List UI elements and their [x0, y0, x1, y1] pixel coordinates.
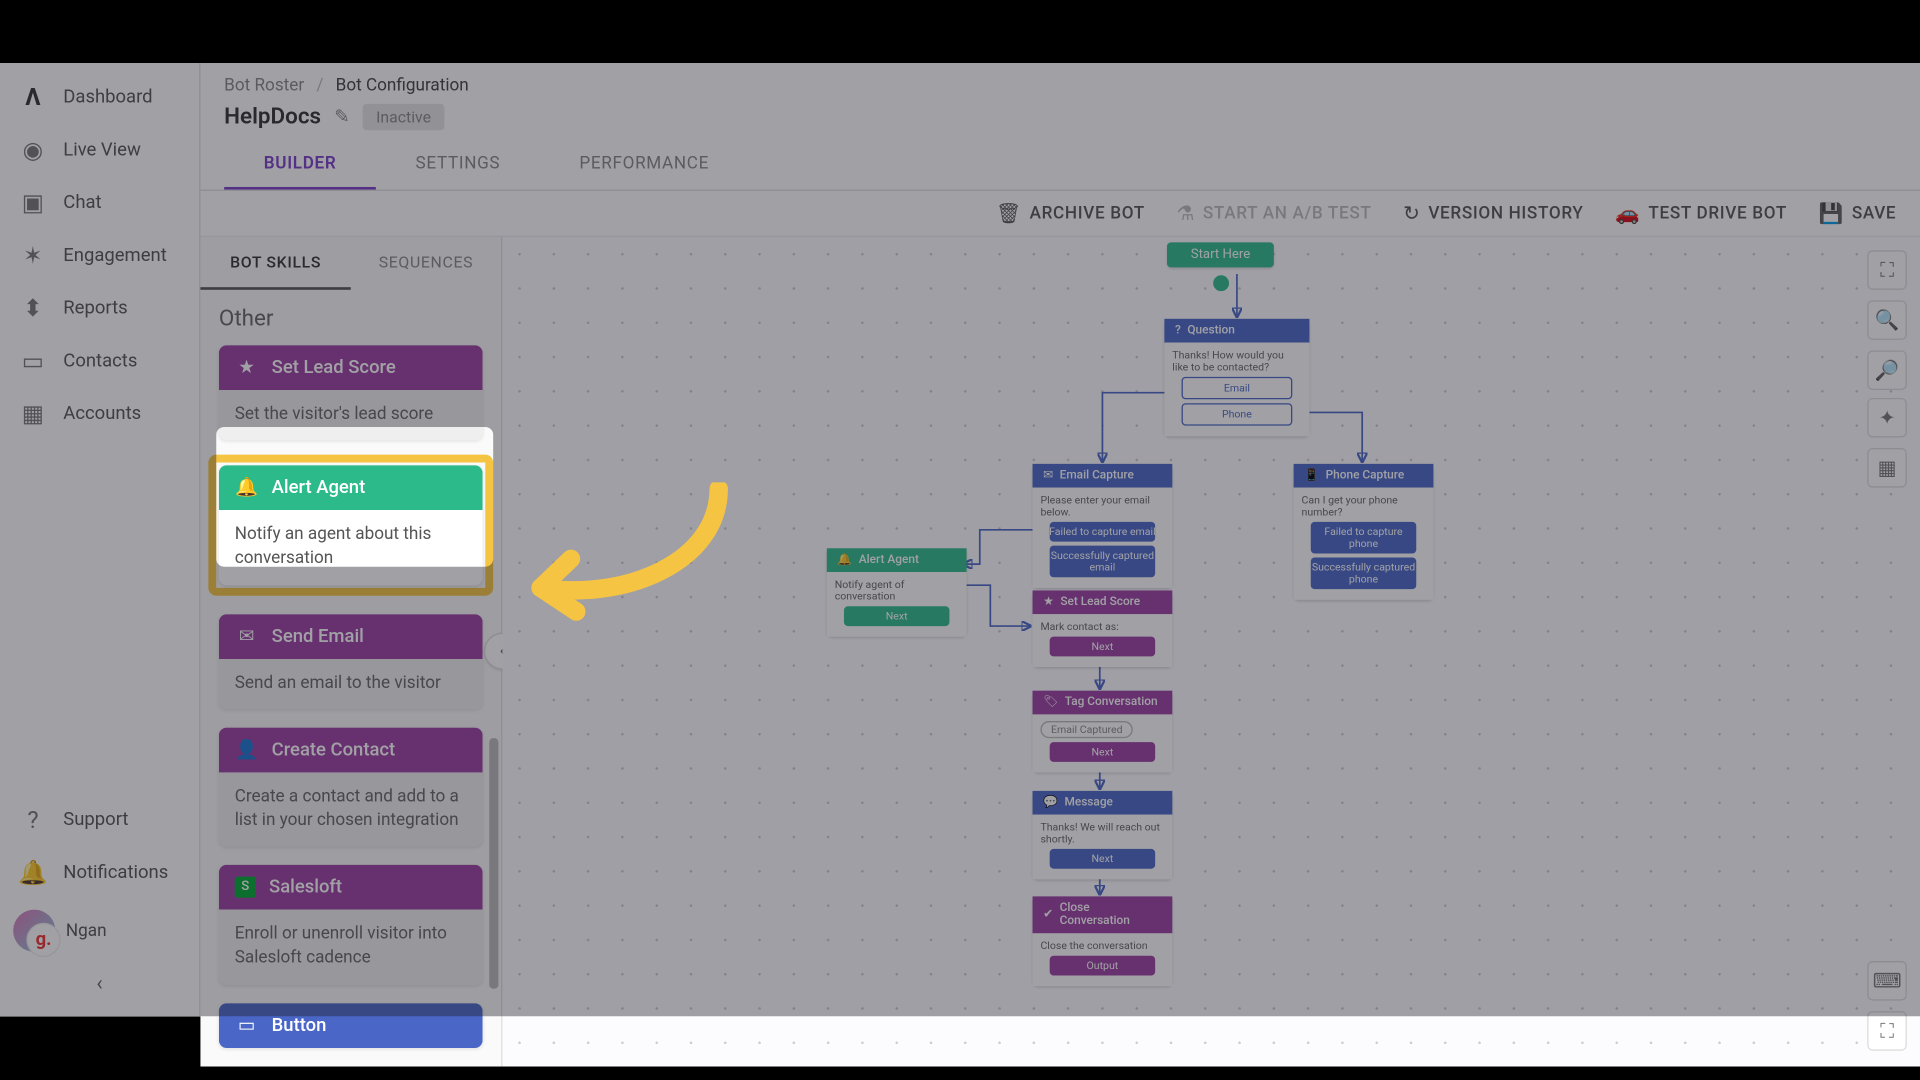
phone-icon: 📱 — [1304, 469, 1319, 482]
sidebar-item-dashboard[interactable]: ΛDashboard — [0, 71, 199, 124]
user-name: Ngan — [66, 921, 107, 941]
breadcrumb-root[interactable]: Bot Roster — [224, 76, 304, 96]
tab-bot-skills[interactable]: BOT SKILLS — [200, 237, 350, 290]
zoom-out-button[interactable]: 🔎 — [1867, 351, 1907, 391]
breadcrumb-current: Bot Configuration — [336, 76, 469, 96]
question-icon: ? — [1175, 324, 1181, 337]
save-icon: 💾 — [1819, 202, 1844, 226]
sidebar-collapse-button[interactable]: ‹ — [0, 963, 199, 1004]
skill-salesloft[interactable]: SSalesloft Enroll or unenroll visitor in… — [219, 865, 483, 984]
chat-icon: ▣ — [18, 189, 47, 218]
fit-view-button[interactable]: ⛶ — [1867, 251, 1907, 291]
flask-icon: ⚗ — [1177, 202, 1195, 226]
bot-title: HelpDocs — [224, 104, 321, 130]
engagement-icon: ✶ — [18, 241, 47, 270]
node-lead-score[interactable]: ★Set Lead Score Mark contact as: Next — [1033, 591, 1173, 667]
sidebar-item-engagement[interactable]: ✶Engagement — [0, 229, 199, 282]
liveview-icon: ◉ — [18, 136, 47, 165]
sidebar-item-notifications[interactable]: 🔔Notifications — [0, 847, 199, 900]
skill-desc: Send an email to the visitor — [219, 659, 483, 709]
node-tag[interactable]: 🏷Tag Conversation Email Captured Next — [1033, 691, 1173, 773]
skills-panel: BOT SKILLS SEQUENCES Other ★Set Lead Sco… — [200, 237, 502, 1066]
bell-icon: 🔔 — [18, 858, 47, 887]
auto-layout-button[interactable]: ✦ — [1867, 398, 1907, 438]
edit-title-button[interactable]: ✎ — [334, 107, 349, 128]
tab-builder[interactable]: BUILDER — [224, 141, 376, 190]
node-phone-capture[interactable]: 📱Phone Capture Can I get your phone numb… — [1294, 464, 1434, 600]
status-badge: Inactive — [363, 104, 444, 130]
section-title: Other — [219, 306, 483, 332]
save-button[interactable]: 💾SAVE — [1819, 202, 1897, 226]
accounts-icon: ▦ — [18, 400, 47, 429]
zoom-in-button[interactable]: 🔍 — [1867, 301, 1907, 341]
grid-toggle-button[interactable]: ▦ — [1867, 448, 1907, 488]
node-question[interactable]: ?Question Thanks! How would you like to … — [1164, 319, 1309, 436]
abtest-button[interactable]: ⚗START AN A/B TEST — [1177, 202, 1372, 226]
help-icon: ? — [18, 806, 47, 835]
car-icon: 🚗 — [1615, 202, 1640, 226]
highlighted-skill: 🔔Alert Agent Notify an agent about this … — [208, 455, 493, 595]
tab-sequences[interactable]: SEQUENCES — [351, 237, 501, 290]
testdrive-button[interactable]: 🚗TEST DRIVE BOT — [1615, 202, 1787, 226]
skill-desc: Set the visitor's lead score — [219, 390, 483, 440]
message-icon: 💬 — [1043, 796, 1058, 809]
tag-icon: 🏷 — [1043, 696, 1058, 709]
keyboard-button[interactable]: ⌨ — [1867, 961, 1907, 1001]
sidebar-item-accounts[interactable]: ▦Accounts — [0, 388, 199, 441]
bell-icon: 🔔 — [235, 478, 259, 499]
skill-create-contact[interactable]: 👤Create Contact Create a contact and add… — [219, 728, 483, 847]
contacts-icon: ▭ — [18, 347, 47, 376]
skill-set-lead-score[interactable]: ★Set Lead Score Set the visitor's lead s… — [219, 345, 483, 440]
flow-canvas[interactable]: Start Here ?Question Thanks! How would y… — [502, 237, 1920, 1066]
reports-icon: ⬍ — [18, 294, 47, 323]
sidebar-item-reports[interactable]: ⬍Reports — [0, 282, 199, 335]
node-start[interactable]: Start Here — [1167, 243, 1274, 268]
sidebar-item-contacts[interactable]: ▭Contacts — [0, 335, 199, 388]
skill-button[interactable]: ▭Button — [219, 1003, 483, 1048]
skill-desc: Notify an agent about this conversation — [219, 511, 483, 585]
archive-icon: 🗑 — [996, 202, 1022, 226]
scrollbar[interactable] — [489, 738, 498, 989]
user-menu[interactable]: g. Ngan — [0, 899, 199, 962]
breadcrumb: Bot Roster / Bot Configuration — [200, 63, 1920, 99]
node-alert-agent[interactable]: 🔔Alert Agent Notify agent of conversatio… — [827, 549, 967, 637]
top-tabs: BUILDER SETTINGS PERFORMANCE — [200, 141, 1920, 191]
fullscreen-button[interactable]: ⛶ — [1867, 1011, 1907, 1051]
node-email-capture[interactable]: ✉Email Capture Please enter your email b… — [1033, 464, 1173, 588]
tab-settings[interactable]: SETTINGS — [376, 141, 540, 190]
sidebar-item-chat[interactable]: ▣Chat — [0, 177, 199, 230]
check-icon: ✔ — [1043, 909, 1053, 922]
sidebar: ΛDashboard ◉Live View ▣Chat ✶Engagement … — [0, 63, 200, 1016]
mail-icon: ✉ — [1043, 469, 1053, 482]
skill-alert-agent[interactable]: 🔔Alert Agent Notify an agent about this … — [219, 466, 483, 585]
logo-icon: Λ — [18, 83, 47, 112]
person-add-icon: 👤 — [235, 739, 259, 760]
sidebar-item-liveview[interactable]: ◉Live View — [0, 124, 199, 177]
tab-performance[interactable]: PERFORMANCE — [540, 141, 749, 190]
archive-button[interactable]: 🗑ARCHIVE BOT — [996, 202, 1145, 226]
salesloft-icon: S — [235, 877, 256, 898]
sidebar-item-support[interactable]: ?Support — [0, 794, 199, 847]
history-icon: ↻ — [1403, 202, 1420, 226]
avatar-badge: g. — [26, 923, 60, 957]
node-message[interactable]: 💬Message Thanks! We will reach out short… — [1033, 791, 1173, 879]
star-icon: ★ — [1043, 596, 1054, 609]
star-icon: ★ — [235, 357, 259, 378]
node-close[interactable]: ✔Close Conversation Close the conversati… — [1033, 897, 1173, 987]
skill-send-email[interactable]: ✉Send Email Send an email to the visitor — [219, 614, 483, 709]
mail-icon: ✉ — [235, 626, 259, 647]
button-icon: ▭ — [235, 1015, 259, 1036]
history-button[interactable]: ↻VERSION HISTORY — [1403, 202, 1583, 226]
skill-desc: Create a contact and add to a list in yo… — [219, 772, 483, 846]
bell-icon: 🔔 — [837, 554, 852, 567]
skill-desc: Enroll or unenroll visitor into Saleslof… — [219, 910, 483, 984]
